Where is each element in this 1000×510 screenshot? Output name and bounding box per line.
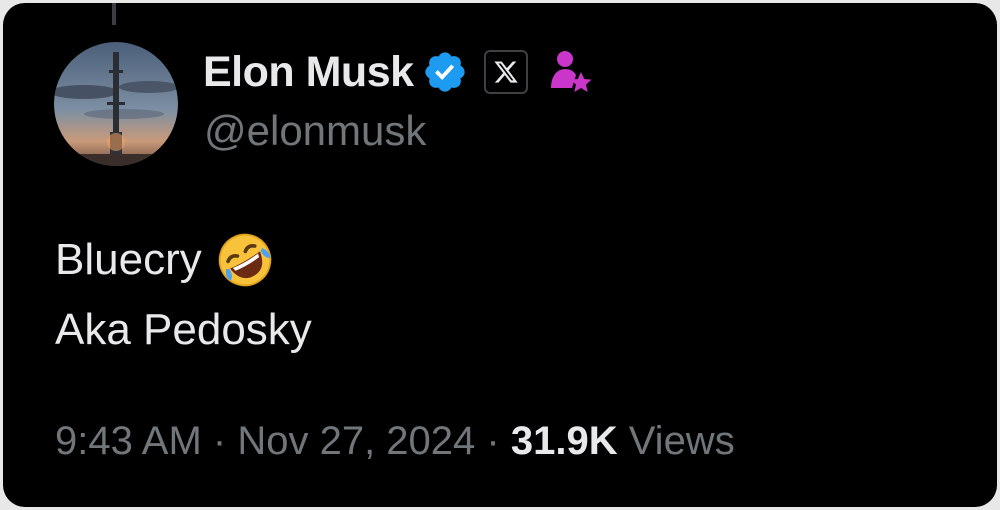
views-count[interactable]: 31.9K — [511, 419, 618, 463]
tweet-meta: 9:43 AM · Nov 27, 2024 · 31.9K Views — [55, 421, 735, 461]
thread-connector-line — [112, 3, 116, 25]
tweet-body: Bluecry Aka Pedosky — [55, 225, 312, 365]
tweet-text-line-2: Aka Pedosky — [55, 305, 312, 354]
verified-badge-icon[interactable] — [422, 49, 468, 95]
rofl-emoji-icon — [216, 231, 274, 289]
author-name-row: Elon Musk — [203, 45, 594, 99]
tweet-time[interactable]: 9:43 AM — [55, 419, 202, 463]
tweet-card: Elon Musk @elonmusk Bluecry Aka Pedosky … — [3, 3, 997, 507]
author-handle[interactable]: @elonmusk — [204, 110, 426, 152]
x-logo-icon[interactable] — [483, 50, 528, 94]
views-label: Views — [628, 419, 735, 463]
tweet-line-1: Bluecry — [55, 225, 312, 295]
author-display-name[interactable]: Elon Musk — [203, 50, 414, 94]
tweet-date[interactable]: Nov 27, 2024 — [237, 419, 475, 463]
tweet-line-2: Aka Pedosky — [55, 295, 312, 365]
meta-separator: · — [212, 419, 238, 463]
meta-separator: · — [486, 419, 511, 463]
tweet-text-line-1: Bluecry — [55, 235, 202, 284]
avatar[interactable] — [54, 42, 178, 166]
affiliate-star-icon[interactable] — [546, 48, 594, 96]
